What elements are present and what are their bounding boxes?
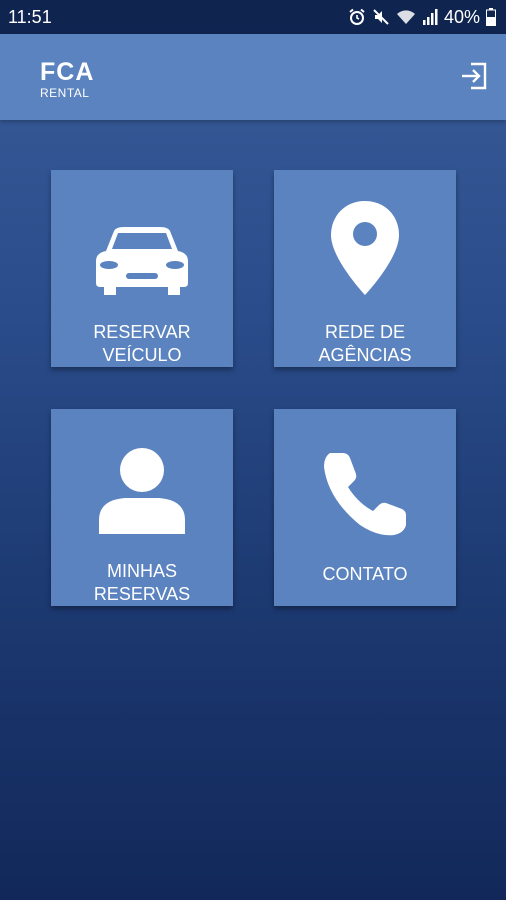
- reservar-veiculo-button[interactable]: RESERVAR VEÍCULO: [51, 170, 233, 367]
- rede-de-agencias-button[interactable]: REDE DE AGÊNCIAS: [274, 170, 456, 367]
- status-time: 11:51: [8, 6, 52, 27]
- mute-icon: [372, 8, 390, 26]
- battery-icon: [486, 8, 496, 26]
- fca-rental-logo: FCA RENTAL: [40, 58, 120, 101]
- tile-label: RESERVAR VEÍCULO: [93, 322, 191, 365]
- logo-main-text: FCA: [40, 58, 95, 86]
- logout-button[interactable]: [458, 62, 490, 94]
- logo-sub-text: RENTAL: [40, 86, 90, 100]
- tile-label: REDE DE AGÊNCIAS: [318, 322, 412, 365]
- signal-icon: [422, 8, 438, 26]
- app-header: FCA RENTAL: [0, 34, 506, 120]
- car-icon: [92, 190, 192, 297]
- status-icons: 40%: [348, 7, 496, 28]
- status-bar: 11:51 40%: [0, 0, 506, 34]
- minhas-reservas-button[interactable]: MINHAS RESERVAS: [51, 409, 233, 606]
- alarm-icon: [348, 8, 366, 26]
- logout-icon: [459, 61, 489, 96]
- wifi-icon: [396, 8, 416, 26]
- tile-label: CONTATO: [322, 564, 408, 584]
- battery-percent: 40%: [443, 6, 480, 27]
- tile-label: MINHAS RESERVAS: [93, 561, 191, 604]
- location-pin-icon: [329, 190, 401, 297]
- contato-button[interactable]: CONTATO: [274, 409, 456, 606]
- phone-icon: [320, 429, 410, 539]
- user-icon: [97, 429, 187, 536]
